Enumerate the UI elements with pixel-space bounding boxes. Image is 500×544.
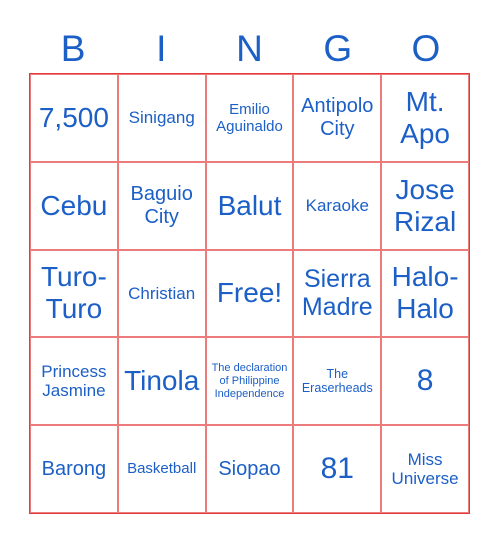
bingo-cell[interactable]: Baguio City [117,161,206,250]
bingo-cell[interactable]: Emilio Aguinaldo [205,74,294,162]
bingo-cell[interactable]: Tinola [117,337,206,426]
header-letter-i: I [156,28,167,69]
bingo-cell[interactable]: 8 [381,337,469,426]
bingo-cell-free[interactable]: Free! [205,249,294,338]
bingo-cell[interactable]: Antipolo City [293,74,382,162]
bingo-cell[interactable]: The declaration of Philippine Independen… [205,337,294,426]
header-letter-b: B [60,28,86,69]
bingo-card: 7,500 Sinigang Emilio Aguinaldo Antipolo… [29,73,470,514]
bingo-cell[interactable]: Basketball [117,425,206,513]
bingo-cell[interactable]: Turo-Turo [30,249,118,338]
bingo-cell[interactable]: Sierra Madre [293,249,382,338]
bingo-cell[interactable]: Mt. Apo [381,74,469,162]
bingo-cell[interactable]: Sinigang [117,74,206,162]
bingo-cell[interactable]: Cebu [30,161,118,250]
bingo-cell[interactable]: 7,500 [30,74,118,162]
bingo-cell[interactable]: Miss Universe [381,425,469,513]
bingo-cell[interactable]: Karaoke [293,161,382,250]
bingo-cell[interactable]: Princess Jasmine [30,337,118,426]
header-letter-o: O [411,28,441,69]
header-letter-n: N [236,28,263,69]
bingo-cell[interactable]: Jose Rizal [381,161,469,250]
bingo-cell[interactable]: Halo-Halo [381,249,469,338]
bingo-cell[interactable]: Balut [205,161,294,250]
bingo-cell[interactable]: The Eraserheads [293,337,382,426]
header-letter-g: G [323,28,353,69]
bingo-cell[interactable]: 81 [293,425,382,513]
bingo-cell[interactable]: Christian [117,249,206,338]
bingo-cell[interactable]: Barong [30,425,118,513]
bingo-cell[interactable]: Siopao [205,425,294,513]
bingo-header: B I N G O [29,26,470,72]
